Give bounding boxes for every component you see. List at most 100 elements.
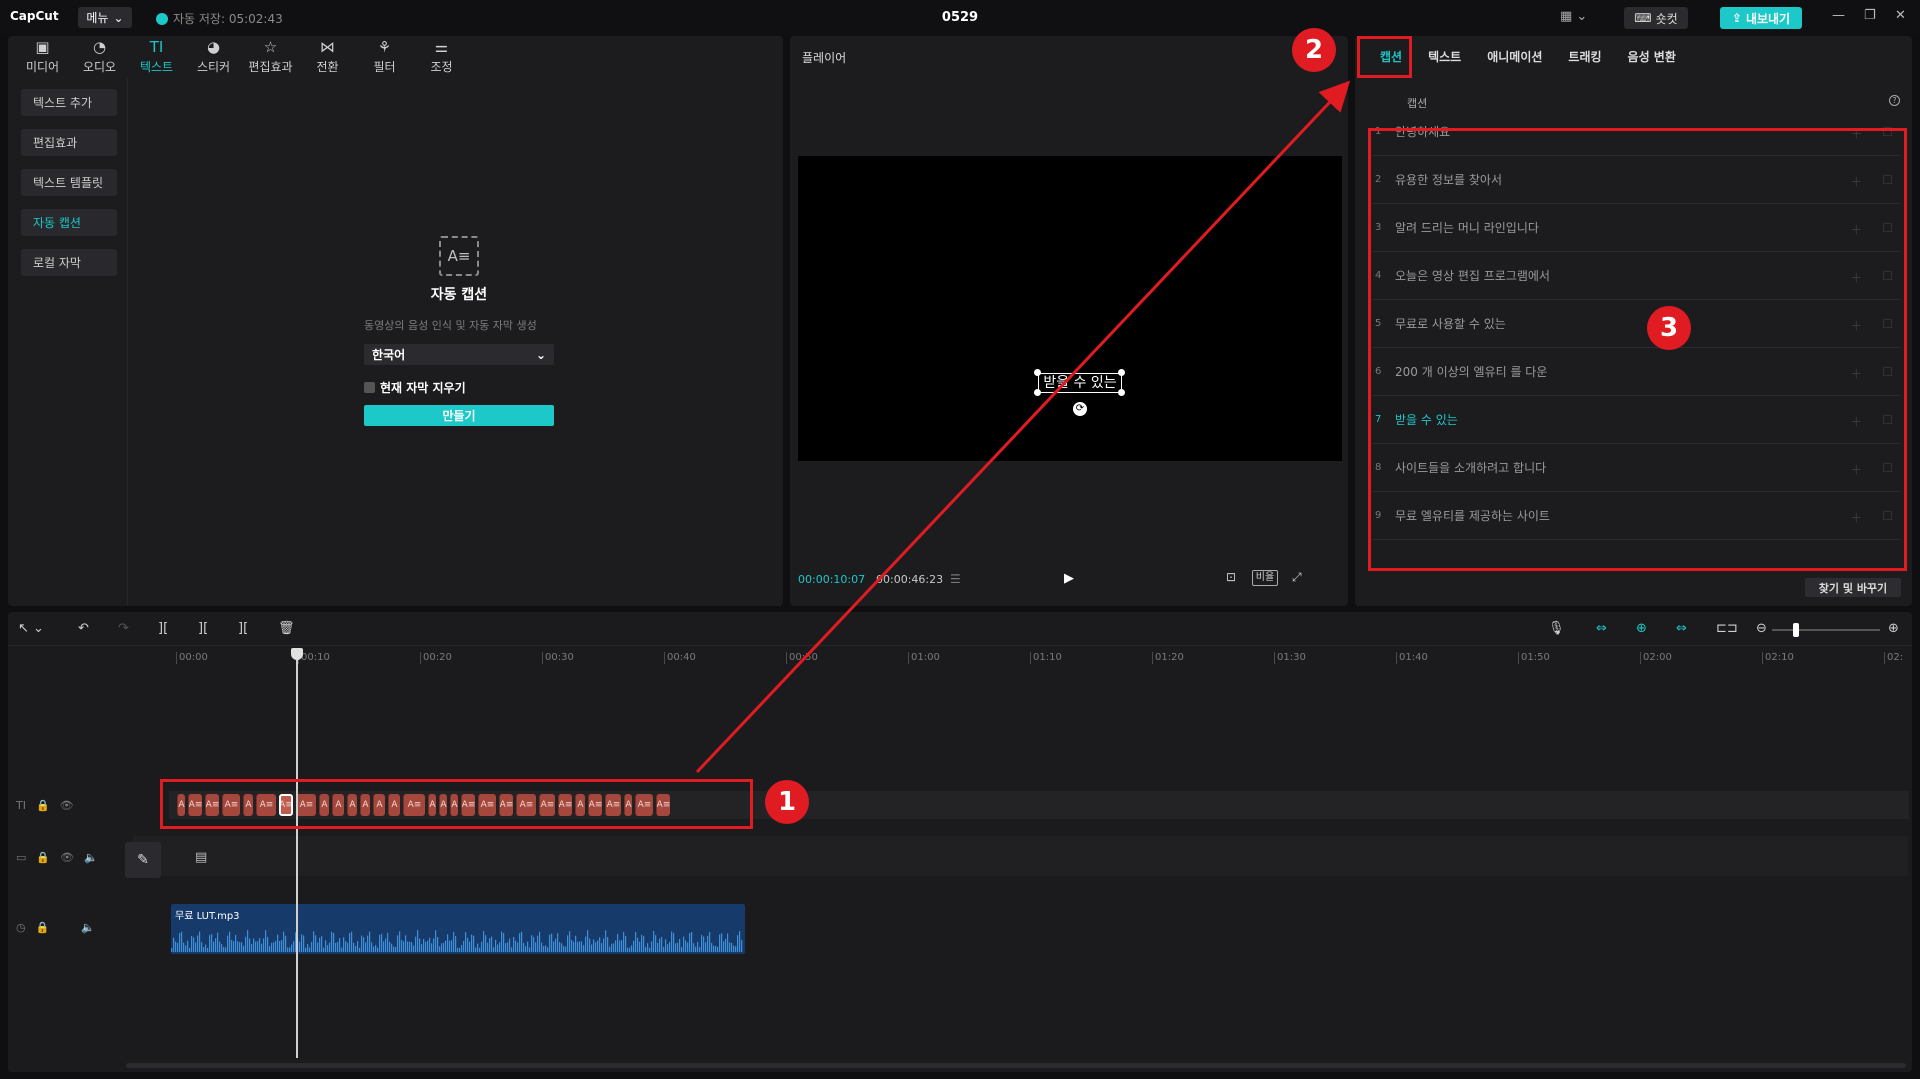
split-icon[interactable]: ][ bbox=[158, 621, 168, 636]
resize-handle[interactable] bbox=[1034, 389, 1041, 396]
waveform-bar bbox=[597, 940, 599, 952]
redo-icon[interactable]: ↷ bbox=[118, 621, 129, 636]
video-preview[interactable]: 받을 수 있는 ⟳ bbox=[798, 156, 1342, 461]
tool-effects[interactable]: ☆ 편집효과 bbox=[242, 36, 299, 78]
shortcut-button[interactable]: ⌨ 숏컷 bbox=[1624, 7, 1688, 29]
tool-text[interactable]: TI 텍스트 bbox=[128, 36, 185, 78]
volume-icon[interactable]: 🔈 bbox=[81, 921, 95, 934]
sidebar-item-local-caption[interactable]: 로컬 자막 bbox=[21, 249, 117, 276]
waveform-bar bbox=[525, 946, 527, 952]
checkbox-box[interactable] bbox=[364, 382, 375, 393]
lock-icon[interactable]: 🔒 bbox=[36, 799, 50, 812]
play-icon[interactable]: ▶ bbox=[1064, 571, 1074, 586]
tab-text[interactable]: 텍스트 bbox=[1415, 36, 1474, 78]
tool-sticker[interactable]: ◕ 스티커 bbox=[185, 36, 242, 78]
annotation-box-caption-list bbox=[1368, 128, 1907, 571]
tab-tracking[interactable]: 트래킹 bbox=[1555, 36, 1614, 78]
select-tool-icon[interactable]: ↖ ⌄ bbox=[18, 621, 44, 636]
microphone-icon[interactable]: 🎙 bbox=[1548, 621, 1565, 636]
resize-handle[interactable] bbox=[1118, 389, 1125, 396]
tab-animation[interactable]: 애니메이션 bbox=[1474, 36, 1555, 78]
volume-icon[interactable]: 🔈 bbox=[84, 851, 98, 864]
split-left-icon[interactable]: ][ bbox=[198, 621, 208, 636]
zoom-out-icon[interactable]: ⊖ bbox=[1756, 621, 1767, 636]
create-button[interactable]: 만들기 bbox=[364, 405, 554, 426]
eye-icon[interactable]: 👁 bbox=[60, 851, 74, 864]
help-icon[interactable]: ? bbox=[1889, 95, 1900, 106]
waveform-bar bbox=[549, 934, 551, 952]
tool-media[interactable]: ▣ 미디어 bbox=[14, 36, 71, 78]
zoom-in-icon[interactable]: ⊕ bbox=[1888, 621, 1899, 636]
waveform-bar bbox=[443, 942, 445, 952]
waveform-bar bbox=[497, 944, 499, 952]
ratio-button[interactable]: 비율 bbox=[1252, 570, 1278, 586]
waveform-bar bbox=[679, 938, 681, 952]
edit-cover-button[interactable]: ✎ bbox=[125, 842, 161, 878]
video-track[interactable] bbox=[133, 836, 1908, 876]
waveform-bar bbox=[359, 947, 361, 952]
preview-axis-icon[interactable]: ⊏⊐ bbox=[1716, 621, 1738, 636]
restore-icon[interactable]: ❐ bbox=[1864, 8, 1876, 23]
eye-icon[interactable]: 👁 bbox=[60, 799, 74, 812]
waveform-bar bbox=[459, 947, 461, 952]
find-replace-button[interactable]: 찾기 및 바꾸기 bbox=[1805, 578, 1901, 597]
split-right-icon[interactable]: ][ bbox=[238, 621, 248, 636]
waveform-bar bbox=[575, 935, 577, 952]
layout-icon[interactable]: ▦ ⌄ bbox=[1560, 9, 1587, 24]
waveform-bar bbox=[717, 946, 719, 952]
waveform-bar bbox=[531, 935, 533, 952]
tool-filter[interactable]: ⚘ 필터 bbox=[356, 36, 413, 78]
waveform-bar bbox=[665, 939, 667, 952]
snap-icon[interactable]: ⊕ bbox=[1636, 621, 1647, 636]
connect-icon[interactable]: ⇔ bbox=[1676, 621, 1687, 636]
waveform-bar bbox=[569, 931, 571, 952]
resize-handle[interactable] bbox=[1034, 369, 1041, 376]
tab-voice-change[interactable]: 음성 변환 bbox=[1615, 36, 1689, 78]
fullscreen-icon[interactable]: ⤢ bbox=[1292, 570, 1302, 585]
waveform-bar bbox=[471, 934, 473, 952]
lock-icon[interactable]: 🔒 bbox=[36, 851, 50, 864]
tool-transition[interactable]: ⋈ 전환 bbox=[299, 36, 356, 78]
resize-handle[interactable] bbox=[1118, 369, 1125, 376]
caption-overlay[interactable]: 받을 수 있는 bbox=[1038, 373, 1122, 393]
audio-clip[interactable]: 무료 LUT.mp3 bbox=[171, 904, 745, 954]
lock-icon[interactable]: 🔒 bbox=[36, 921, 50, 934]
playhead-handle[interactable] bbox=[291, 648, 303, 660]
undo-icon[interactable]: ↶ bbox=[78, 621, 89, 636]
rotate-icon[interactable]: ⟳ bbox=[1073, 402, 1087, 416]
waveform-bar bbox=[585, 936, 587, 952]
language-select[interactable]: 한국어 ⌄ bbox=[364, 344, 554, 365]
tool-adjust[interactable]: ⚌ 조정 bbox=[413, 36, 470, 78]
clear-captions-checkbox[interactable]: 현재 자막 지우기 bbox=[364, 379, 554, 396]
delete-icon[interactable]: 🗑 bbox=[278, 621, 295, 636]
zoom-slider-track[interactable] bbox=[1772, 629, 1880, 631]
waveform-bar bbox=[265, 930, 267, 952]
waveform-bar bbox=[635, 931, 637, 952]
link-icon[interactable]: ⇔ bbox=[1596, 621, 1607, 636]
time-ruler[interactable]: 00:00 00:10 00:20 00:30 00:40 00:50 01:0… bbox=[120, 646, 1912, 668]
waveform-bar bbox=[647, 943, 649, 952]
export-button[interactable]: ⇪ 내보내기 bbox=[1720, 7, 1802, 29]
tool-audio[interactable]: ◔ 오디오 bbox=[71, 36, 128, 78]
timeline-scrollbar[interactable] bbox=[126, 1063, 1906, 1068]
waveform-bar bbox=[181, 931, 183, 952]
zoom-slider-handle[interactable] bbox=[1793, 623, 1799, 637]
sidebar-item-auto-caption[interactable]: 자동 캡션 bbox=[21, 209, 117, 236]
waveform-bar bbox=[649, 947, 651, 952]
waveform-bar bbox=[455, 935, 457, 952]
minimize-icon[interactable]: — bbox=[1832, 8, 1845, 23]
sidebar-item-effects[interactable]: 편집효과 bbox=[21, 129, 117, 156]
menu-button[interactable]: 메뉴 ⌄ bbox=[78, 7, 132, 28]
close-icon[interactable]: ✕ bbox=[1895, 8, 1906, 23]
waveform-bar bbox=[621, 940, 623, 952]
tool-label: 텍스트 bbox=[139, 59, 174, 74]
waveform-bar bbox=[437, 936, 439, 952]
sidebar-item-add-text[interactable]: 텍스트 추가 bbox=[21, 89, 117, 116]
sidebar-item-text-template[interactable]: 텍스트 템플릿 bbox=[21, 169, 117, 196]
list-icon[interactable]: ☰ bbox=[950, 572, 961, 586]
waveform-bar bbox=[429, 937, 431, 952]
waveform-bar bbox=[293, 941, 295, 952]
playhead[interactable] bbox=[296, 648, 298, 1058]
waveform-bar bbox=[565, 946, 567, 952]
screenshot-icon[interactable]: ⊡ bbox=[1226, 570, 1236, 584]
